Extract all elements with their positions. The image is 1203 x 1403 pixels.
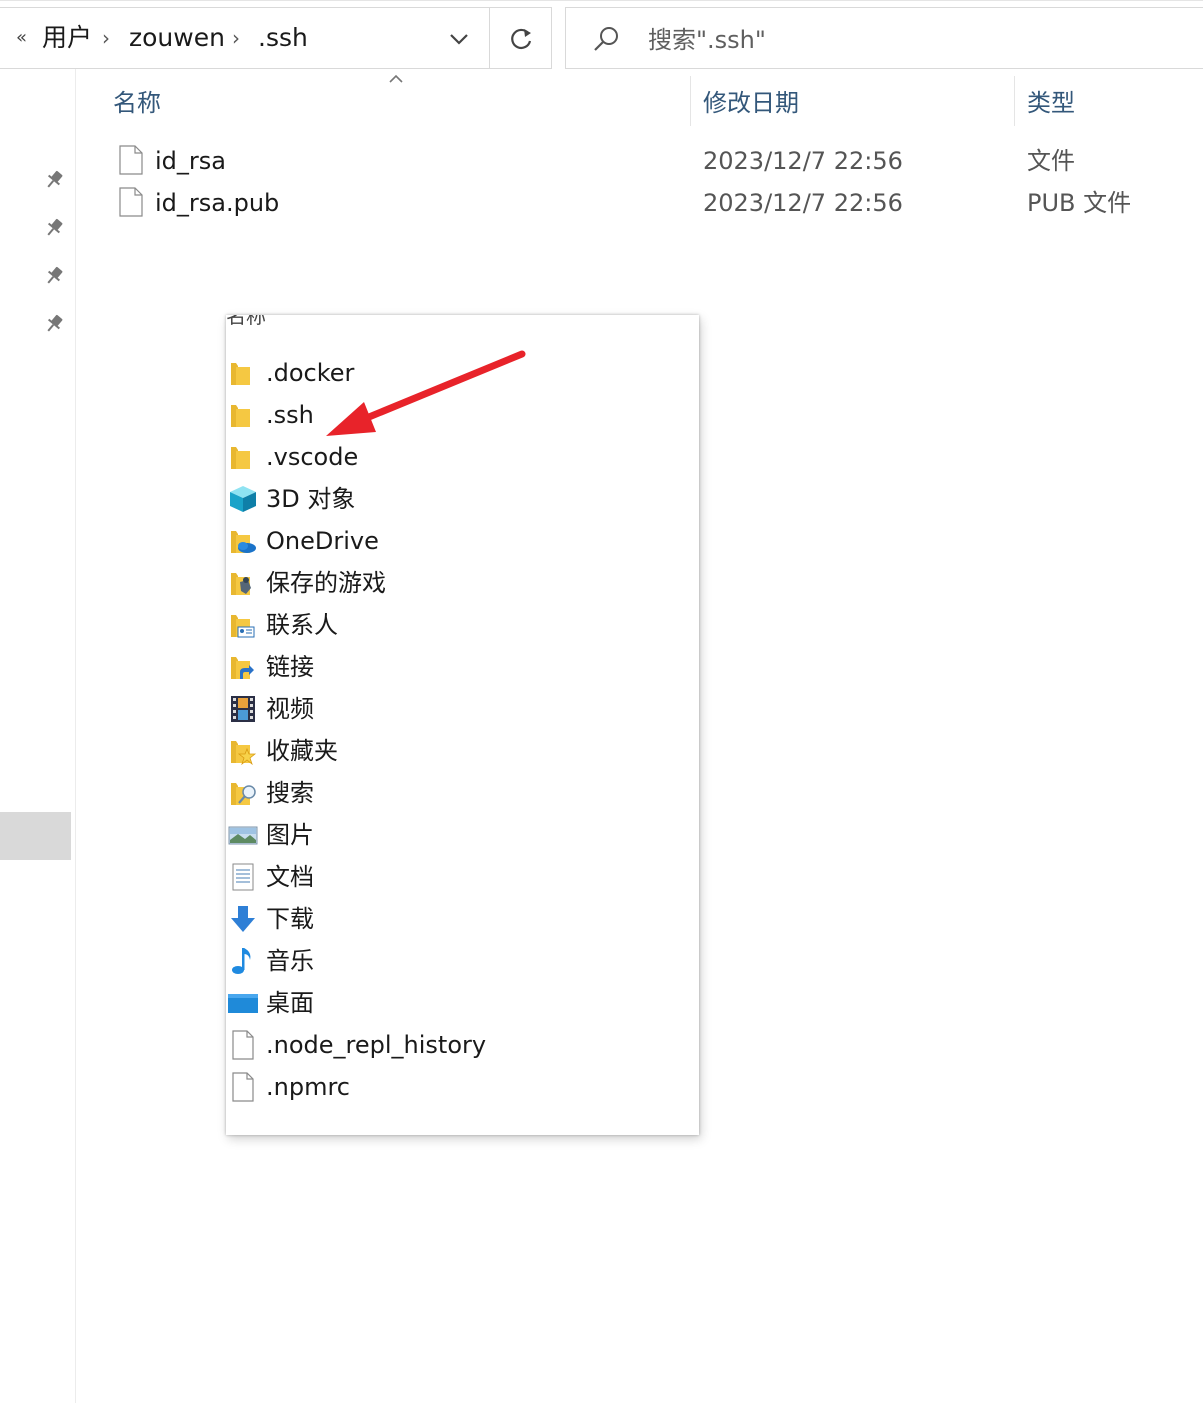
popup-item-saved-games[interactable]: 保存的游戏 <box>226 563 699 603</box>
popup-item-vscode[interactable]: .vscode <box>226 437 699 477</box>
popup-item-pictures[interactable]: 图片 <box>226 815 699 855</box>
popup-item-downloads[interactable]: 下载 <box>226 899 699 939</box>
popup-item-node-repl-history[interactable]: .node_repl_history <box>226 1025 699 1065</box>
file-icon <box>119 145 143 175</box>
links-icon <box>231 657 254 679</box>
navigation-pane[interactable] <box>0 69 76 1403</box>
address-divider <box>489 8 490 68</box>
refresh-icon[interactable] <box>503 22 539 56</box>
column-header-name[interactable]: 名称 <box>113 86 161 120</box>
file-row[interactable]: id_rsa 2023/12/7 22:56 文件 <box>105 141 1203 181</box>
breadcrumb-users[interactable]: 用户 <box>42 8 92 68</box>
breadcrumb-ssh[interactable]: .ssh <box>258 8 308 68</box>
file-name: id_rsa <box>155 147 226 175</box>
popup-item-npmrc[interactable]: .npmrc <box>226 1067 699 1107</box>
sort-ascending-icon <box>389 74 403 83</box>
popup-item-desktop[interactable]: 桌面 <box>226 983 699 1023</box>
nav-selected-item[interactable] <box>0 812 71 860</box>
breadcrumb-separator-icon[interactable]: › <box>102 8 110 68</box>
popup-column-header: 名称 <box>226 315 266 328</box>
3d-objects-icon <box>230 486 256 512</box>
popup-item-label: .node_repl_history <box>266 1031 487 1059</box>
file-type: PUB 文件 <box>1027 189 1132 217</box>
search-box[interactable] <box>565 7 1203 69</box>
file-icon <box>119 187 143 217</box>
popup-item-label: 联系人 <box>266 611 338 639</box>
popup-item-label: 音乐 <box>266 947 314 975</box>
popup-item-label: 文档 <box>266 863 314 891</box>
column-header-date[interactable]: 修改日期 <box>703 86 799 120</box>
popup-item-contacts[interactable]: 联系人 <box>226 605 699 645</box>
popup-item-label: 链接 <box>266 653 314 681</box>
popup-item-favorites[interactable]: 收藏夹 <box>226 731 699 771</box>
popup-item-3d-objects[interactable]: 3D 对象 <box>226 479 699 519</box>
popup-item-label: .npmrc <box>266 1073 350 1101</box>
popup-item-label: 3D 对象 <box>266 485 356 513</box>
file-icon <box>232 1072 254 1102</box>
pictures-icon <box>228 826 258 845</box>
popup-item-label: 搜索 <box>266 779 314 807</box>
folder-icon <box>231 363 250 385</box>
annotation-arrow-icon <box>326 350 526 436</box>
popup-item-label: 收藏夹 <box>266 737 338 765</box>
popup-item-videos[interactable]: 视频 <box>226 689 699 729</box>
searches-icon <box>231 783 256 805</box>
column-divider[interactable] <box>1014 76 1015 126</box>
file-name: id_rsa.pub <box>155 189 280 217</box>
popup-item-label: 视频 <box>266 695 314 723</box>
column-divider[interactable] <box>690 76 691 126</box>
popup-item-documents[interactable]: 文档 <box>226 857 699 897</box>
breadcrumb-separator-icon[interactable]: › <box>232 8 240 68</box>
chevron-down-icon[interactable] <box>441 22 477 56</box>
saved-games-icon <box>231 573 251 595</box>
file-icon <box>232 1030 254 1060</box>
popup-item-links[interactable]: 链接 <box>226 647 699 687</box>
favorites-icon <box>231 741 257 766</box>
top-bar: « 用户 › zouwen › .ssh <box>0 0 1203 70</box>
breadcrumb-zouwen[interactable]: zouwen <box>129 8 225 68</box>
pin-icon[interactable] <box>43 313 65 335</box>
popup-item-label: 保存的游戏 <box>266 569 386 597</box>
downloads-icon <box>231 906 255 932</box>
music-icon <box>232 948 251 974</box>
pin-icon[interactable] <box>43 265 65 287</box>
search-icon <box>594 27 618 51</box>
onedrive-folder-icon <box>231 531 256 553</box>
file-row[interactable]: id_rsa.pub 2023/12/7 22:56 PUB 文件 <box>105 183 1203 223</box>
folder-icon <box>231 405 250 427</box>
popup-item-label: .vscode <box>266 443 359 471</box>
address-bar[interactable]: « 用户 › zouwen › .ssh <box>0 7 552 69</box>
column-header-type[interactable]: 类型 <box>1027 86 1075 120</box>
popup-item-searches[interactable]: 搜索 <box>226 773 699 813</box>
file-type: 文件 <box>1027 147 1075 175</box>
breadcrumb-overflow-icon[interactable]: « <box>16 8 27 68</box>
popup-item-label: 下载 <box>266 905 314 933</box>
popup-item-label: 桌面 <box>266 989 314 1017</box>
popup-item-label: .ssh <box>266 401 314 429</box>
file-modified-date: 2023/12/7 22:56 <box>703 189 903 217</box>
documents-icon <box>232 863 254 891</box>
popup-item-onedrive[interactable]: OneDrive <box>226 521 699 561</box>
search-input[interactable] <box>646 20 1170 60</box>
desktop-icon <box>228 994 258 1013</box>
file-modified-date: 2023/12/7 22:56 <box>703 147 903 175</box>
popup-item-music[interactable]: 音乐 <box>226 941 699 981</box>
contacts-icon <box>231 615 255 638</box>
folder-icon <box>231 447 250 469</box>
pin-icon[interactable] <box>43 169 65 191</box>
pin-icon[interactable] <box>43 217 65 239</box>
popup-item-label: 图片 <box>266 821 314 849</box>
video-icon <box>231 696 255 722</box>
popup-item-label: OneDrive <box>266 527 379 555</box>
